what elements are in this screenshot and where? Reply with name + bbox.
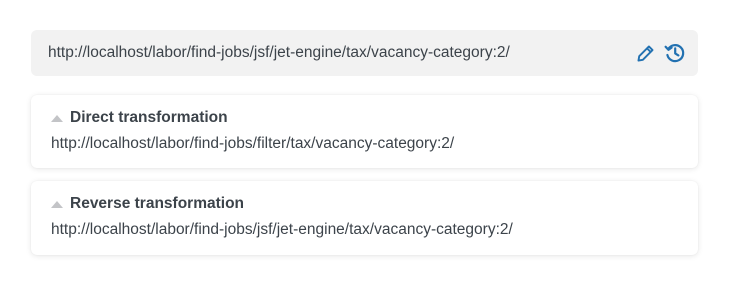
history-icon[interactable] [664,42,686,64]
direct-transformation-url: http://localhost/labor/find-jobs/filter/… [51,135,455,152]
reverse-transformation-title: Reverse transformation [70,195,245,212]
triangle-up-icon [51,115,63,122]
direct-transformation-card: Direct transformation http://localhost/l… [31,95,698,168]
direct-transformation-toggle[interactable]: Direct transformation [51,108,680,128]
direct-transformation-title: Direct transformation [70,109,228,126]
current-url[interactable]: http://localhost/labor/find-jobs/jsf/jet… [48,44,634,62]
reverse-transformation-url: http://localhost/labor/find-jobs/jsf/jet… [51,221,513,238]
reverse-transformation-toggle[interactable]: Reverse transformation [51,194,680,214]
url-transformation-panel: http://localhost/labor/find-jobs/jsf/jet… [0,0,730,290]
reverse-transformation-card: Reverse transformation http://localhost/… [31,181,698,255]
url-bar: http://localhost/labor/find-jobs/jsf/jet… [31,30,698,76]
url-actions [634,42,686,64]
triangle-up-icon [51,201,63,208]
pencil-icon[interactable] [634,42,656,64]
